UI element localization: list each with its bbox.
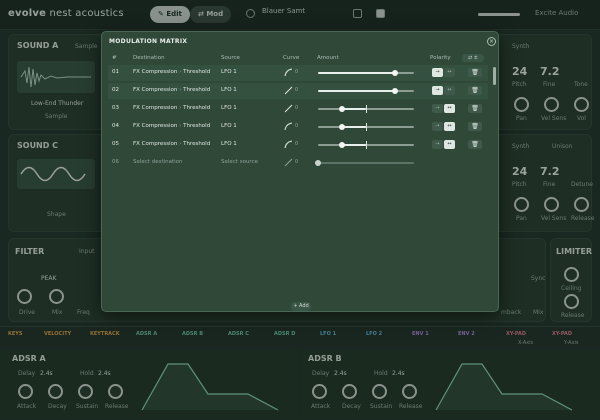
amount-center-tick [366,141,367,149]
matrix-row[interactable]: 03 FX Compression › Threshold LFO 1 0 → … [108,101,488,117]
source-dropdown[interactable]: LFO 1 [221,69,237,75]
unipolar-toggle[interactable]: → [432,68,443,77]
source-dropdown[interactable]: LFO 1 [221,123,237,129]
curve-shape-icon[interactable] [284,86,293,95]
trash-icon[interactable]: 🗑 [468,86,482,95]
add-modulation-button[interactable]: + Add [291,302,311,311]
row-num: 05 [112,141,119,147]
modulation-matrix-dialog: MODULATION MATRIX × # Destination Source… [101,31,499,312]
curve-shape-icon[interactable] [284,122,293,131]
amount-thumb[interactable] [391,88,398,94]
destination-module: FX Compression [133,141,178,147]
unipolar-toggle[interactable]: → [432,104,443,113]
amount-fill [318,72,395,74]
trash-icon[interactable]: 🗑 [468,140,482,149]
col-header-destination: Destination [133,55,165,61]
amount-fill [342,126,366,128]
row-num: 02 [112,87,119,93]
scrollbar[interactable] [493,67,496,85]
amount-thumb[interactable] [339,106,345,112]
bipolar-toggle[interactable]: ↔ [444,104,455,113]
chevron-right-icon: › [179,105,182,111]
col-header-num: # [112,55,117,61]
destination-module: FX Compression [133,87,178,93]
app-window: evolve nest acoustics ✎ Edit ⇄ Mod Blaue… [0,0,600,420]
destination-dropdown[interactable]: FX Compression › Threshold [133,105,210,111]
source-dropdown[interactable]: LFO 1 [221,87,237,93]
source-dropdown[interactable]: LFO 1 [221,105,237,111]
row-num: 01 [112,69,119,75]
unipolar-toggle[interactable]: → [432,122,443,131]
chevron-right-icon: › [179,141,182,147]
matrix-row[interactable]: 01 FX Compression › Threshold LFO 1 0 → … [108,65,488,81]
polarity-toggle-all-button[interactable]: ⇄ ± [462,54,484,62]
curve-linear-icon[interactable] [284,158,293,167]
curve-shape-icon[interactable] [284,140,293,149]
amount-track[interactable] [318,162,414,164]
destination-param: Threshold [183,123,211,129]
trash-icon[interactable]: 🗑 [468,68,482,77]
destination-dropdown[interactable]: FX Compression › Threshold [133,87,210,93]
modal-title: MODULATION MATRIX [109,38,188,45]
chevron-right-icon: › [179,123,182,129]
chevron-right-icon: › [179,69,182,75]
curve-value: 0 [295,69,299,75]
source-dropdown[interactable]: LFO 1 [221,141,237,147]
curve-value: 0 [295,159,299,165]
amount-thumb[interactable] [339,142,345,148]
col-header-source: Source [221,55,240,61]
chevron-right-icon: › [179,87,182,93]
matrix-row[interactable]: 04 FX Compression › Threshold LFO 1 0 → … [108,119,488,135]
curve-value: 0 [295,141,299,147]
curve-value: 0 [295,105,299,111]
trash-icon[interactable]: 🗑 [468,104,482,113]
destination-dropdown[interactable]: FX Compression › Threshold [133,141,210,147]
destination-param: Threshold [183,105,211,111]
curve-value: 0 [295,87,299,93]
row-num: 04 [112,123,119,129]
curve-value: 0 [295,123,299,129]
select-source-dropdown[interactable]: Select source [221,159,258,165]
bipolar-toggle[interactable]: ↔ [444,140,455,149]
select-destination-dropdown[interactable]: Select destination [133,159,183,165]
amount-fill [342,108,366,110]
amount-thumb[interactable] [315,160,321,166]
bipolar-toggle[interactable]: ↔ [444,86,455,95]
destination-module: FX Compression [133,105,178,111]
matrix-row[interactable]: 05 FX Compression › Threshold LFO 1 0 → … [108,137,488,153]
amount-thumb[interactable] [391,70,398,76]
close-icon[interactable]: × [487,37,496,46]
amount-fill [318,90,395,92]
col-header-amount: Amount [317,55,339,61]
matrix-empty-row[interactable]: 06 Select destination Select source 0 [108,155,488,171]
amount-center-tick [366,105,367,113]
col-header-polarity: Polarity [430,55,451,61]
curve-shape-icon[interactable] [284,104,293,113]
amount-thumb[interactable] [339,124,345,130]
destination-param: Threshold [183,87,211,93]
col-header-curve: Curve [283,55,300,61]
destination-module: FX Compression [133,69,178,75]
destination-dropdown[interactable]: FX Compression › Threshold [133,69,210,75]
bipolar-toggle[interactable]: ↔ [444,122,455,131]
unipolar-toggle[interactable]: → [432,140,443,149]
curve-shape-icon[interactable] [284,68,293,77]
amount-center-tick [366,123,367,131]
row-num: 03 [112,105,119,111]
destination-module: FX Compression [133,123,178,129]
destination-dropdown[interactable]: FX Compression › Threshold [133,123,210,129]
amount-fill [342,144,366,146]
destination-param: Threshold [183,141,211,147]
unipolar-toggle[interactable]: → [432,86,443,95]
bipolar-toggle[interactable]: ↔ [444,68,455,77]
trash-icon[interactable]: 🗑 [468,122,482,131]
row-num: 06 [112,159,119,165]
destination-param: Threshold [183,69,211,75]
matrix-row[interactable]: 02 FX Compression › Threshold LFO 1 0 → … [108,83,488,99]
